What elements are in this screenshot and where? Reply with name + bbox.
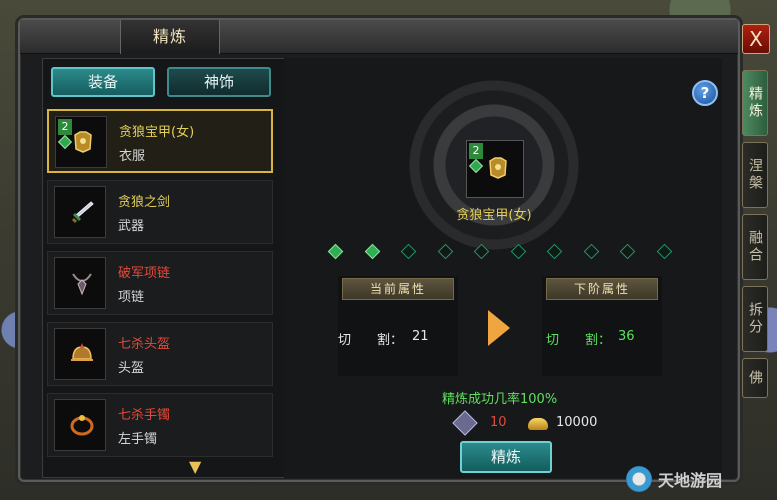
item-name: 贪狼宝甲(女) [119,125,195,140]
tab-split[interactable]: 拆分 [742,286,768,352]
item-type: 左手镯 [118,432,158,447]
target-item-name: 贪狼宝甲(女) [456,208,532,223]
gold-ingot-icon [528,418,548,430]
refine-level-diamond [656,243,672,260]
item-type: 衣服 [119,149,146,164]
tab-equipment[interactable]: 装备 [51,67,155,97]
refine-level-diamond [473,243,490,260]
next-attributes: 下阶属性 切 割： 36 [542,276,662,376]
refine-level-diamond [510,243,526,260]
item-name: 贪狼之剑 [118,195,171,210]
gold-cost: 10000 [556,415,598,430]
list-item[interactable]: 七杀头盔 头盔 [47,322,273,386]
current-attr-value: 21 [412,329,429,344]
refine-level-diamond [583,243,599,260]
current-attr-title: 当前属性 [342,278,454,300]
sword-icon [71,201,94,224]
tab-nirvana[interactable]: 涅槃 [742,142,768,208]
next-attr-label: 切 割： [546,333,612,348]
list-item[interactable]: 破军项链 项链 [47,251,273,315]
item-slot [54,328,106,380]
tab-accessory[interactable]: 神饰 [167,67,271,97]
close-button[interactable]: X [742,24,770,54]
list-item[interactable]: 七杀手镯 左手镯 [47,393,273,457]
refine-level-diamond [619,243,636,260]
item-slot [54,399,106,451]
watermark-logo [626,466,652,492]
refine-level-indicator [327,243,672,260]
armor-icon [74,131,92,153]
necklace-icon [72,273,92,296]
arrow-right-icon [488,310,510,346]
gem-icon [468,158,484,174]
item-name: 破军项链 [118,266,171,281]
tab-refine[interactable]: 精炼 [742,70,768,136]
helmet-icon [71,343,93,361]
item-type: 头盔 [118,361,145,376]
title-bar: 精炼 [20,20,738,54]
side-tabs: 精炼 涅槃 融合 拆分 佛 [742,70,768,404]
item-slot: 2 [55,116,107,168]
tab-fuse[interactable]: 融合 [742,214,768,280]
refine-button[interactable]: 精炼 [460,441,552,473]
refine-level-diamond [546,243,563,260]
help-button[interactable]: ? [692,80,718,106]
item-name: 七杀头盔 [118,337,171,352]
scroll-down-icon[interactable]: ▼ [189,457,201,476]
current-attributes: 当前属性 切 割： 21 [338,276,458,376]
item-list: 2 贪狼宝甲(女) 衣服 贪狼之剑 武器 破军项链 项链 七杀头盔 头盔 七杀手… [47,109,295,464]
item-slot [54,257,106,309]
item-type: 项链 [118,290,145,305]
refine-panel: ? 2 贪狼宝甲(女) 当前属性 切 割： 21 下阶属性 切 割： 36 精炼… [284,58,722,478]
crystal-cost: 10 [490,415,507,430]
target-item-slot[interactable]: 2 [466,140,524,198]
armor-icon [489,157,507,179]
refine-level-diamond [364,243,380,260]
next-attr-title: 下阶属性 [546,278,658,300]
item-panel: 装备 神饰 2 贪狼宝甲(女) 衣服 贪狼之剑 武器 破军项链 项链 七杀头盔 … [42,58,298,478]
refine-level-diamond [400,243,417,260]
next-attr-value: 36 [618,329,635,344]
success-rate: 精炼成功几率100% [442,392,558,407]
watermark-text: 天地游园 [658,471,723,490]
crystal-icon [452,410,478,436]
item-slot [54,186,106,238]
window-title: 精炼 [120,20,220,54]
refine-level-diamond [437,243,453,260]
list-item[interactable]: 2 贪狼宝甲(女) 衣服 [47,109,273,173]
level-badge: 2 [469,143,483,159]
list-item[interactable]: 贪狼之剑 武器 [47,180,273,244]
item-name: 七杀手镯 [118,408,171,423]
bracelet-icon [70,415,94,436]
refine-level-diamond [327,243,344,260]
current-attr-label: 切 割： [338,333,404,348]
tab-more[interactable]: 佛 [742,358,768,398]
item-type: 武器 [118,219,145,234]
